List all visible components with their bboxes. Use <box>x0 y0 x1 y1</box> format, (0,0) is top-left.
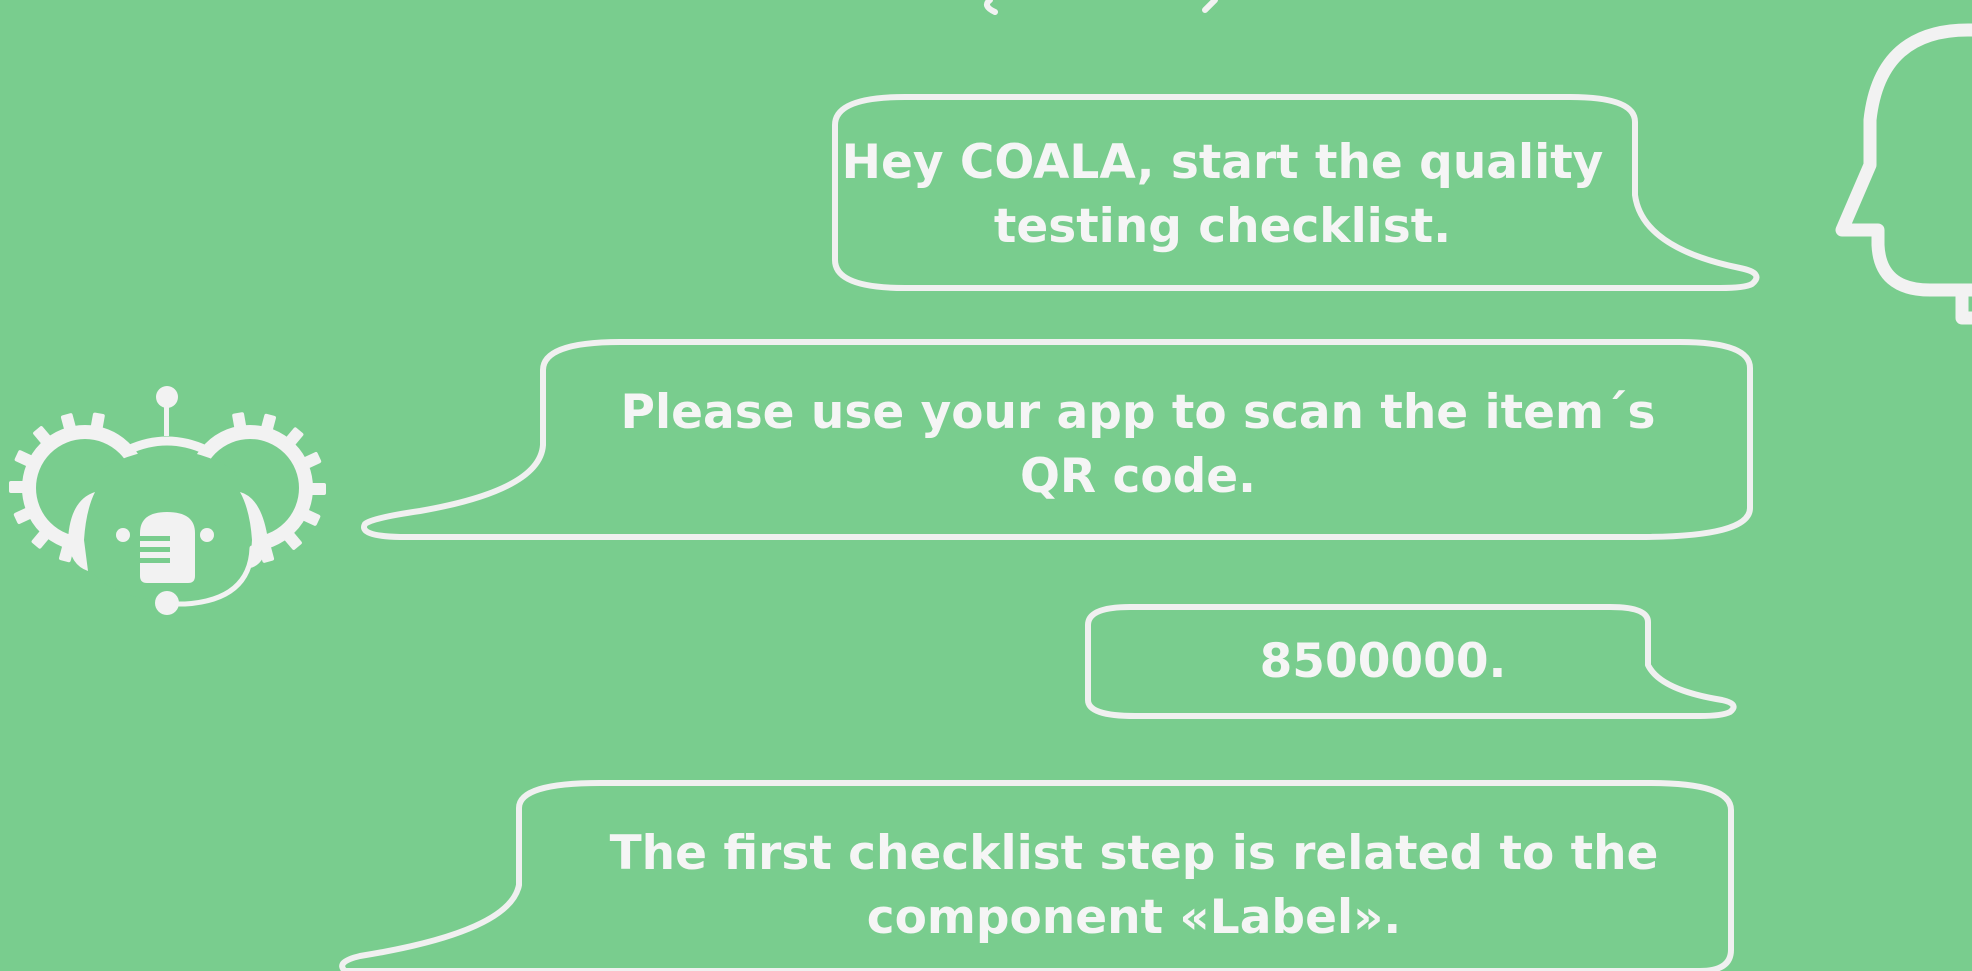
cropped-title-fragment <box>984 0 1218 15</box>
chat-canvas: Hey COALA, start the quality testing che… <box>0 0 1972 971</box>
koala-robot-icon <box>9 386 326 615</box>
human-head-icon <box>1835 23 1972 325</box>
message-assistant-2: The first checklist step is related to t… <box>609 826 1659 945</box>
message-user-2: 8500000. <box>1259 634 1507 689</box>
message-assistant-1: Please use your app to scan the item´s Q… <box>620 385 1656 504</box>
message-user-1: Hey COALA, start the quality testing che… <box>841 135 1604 254</box>
